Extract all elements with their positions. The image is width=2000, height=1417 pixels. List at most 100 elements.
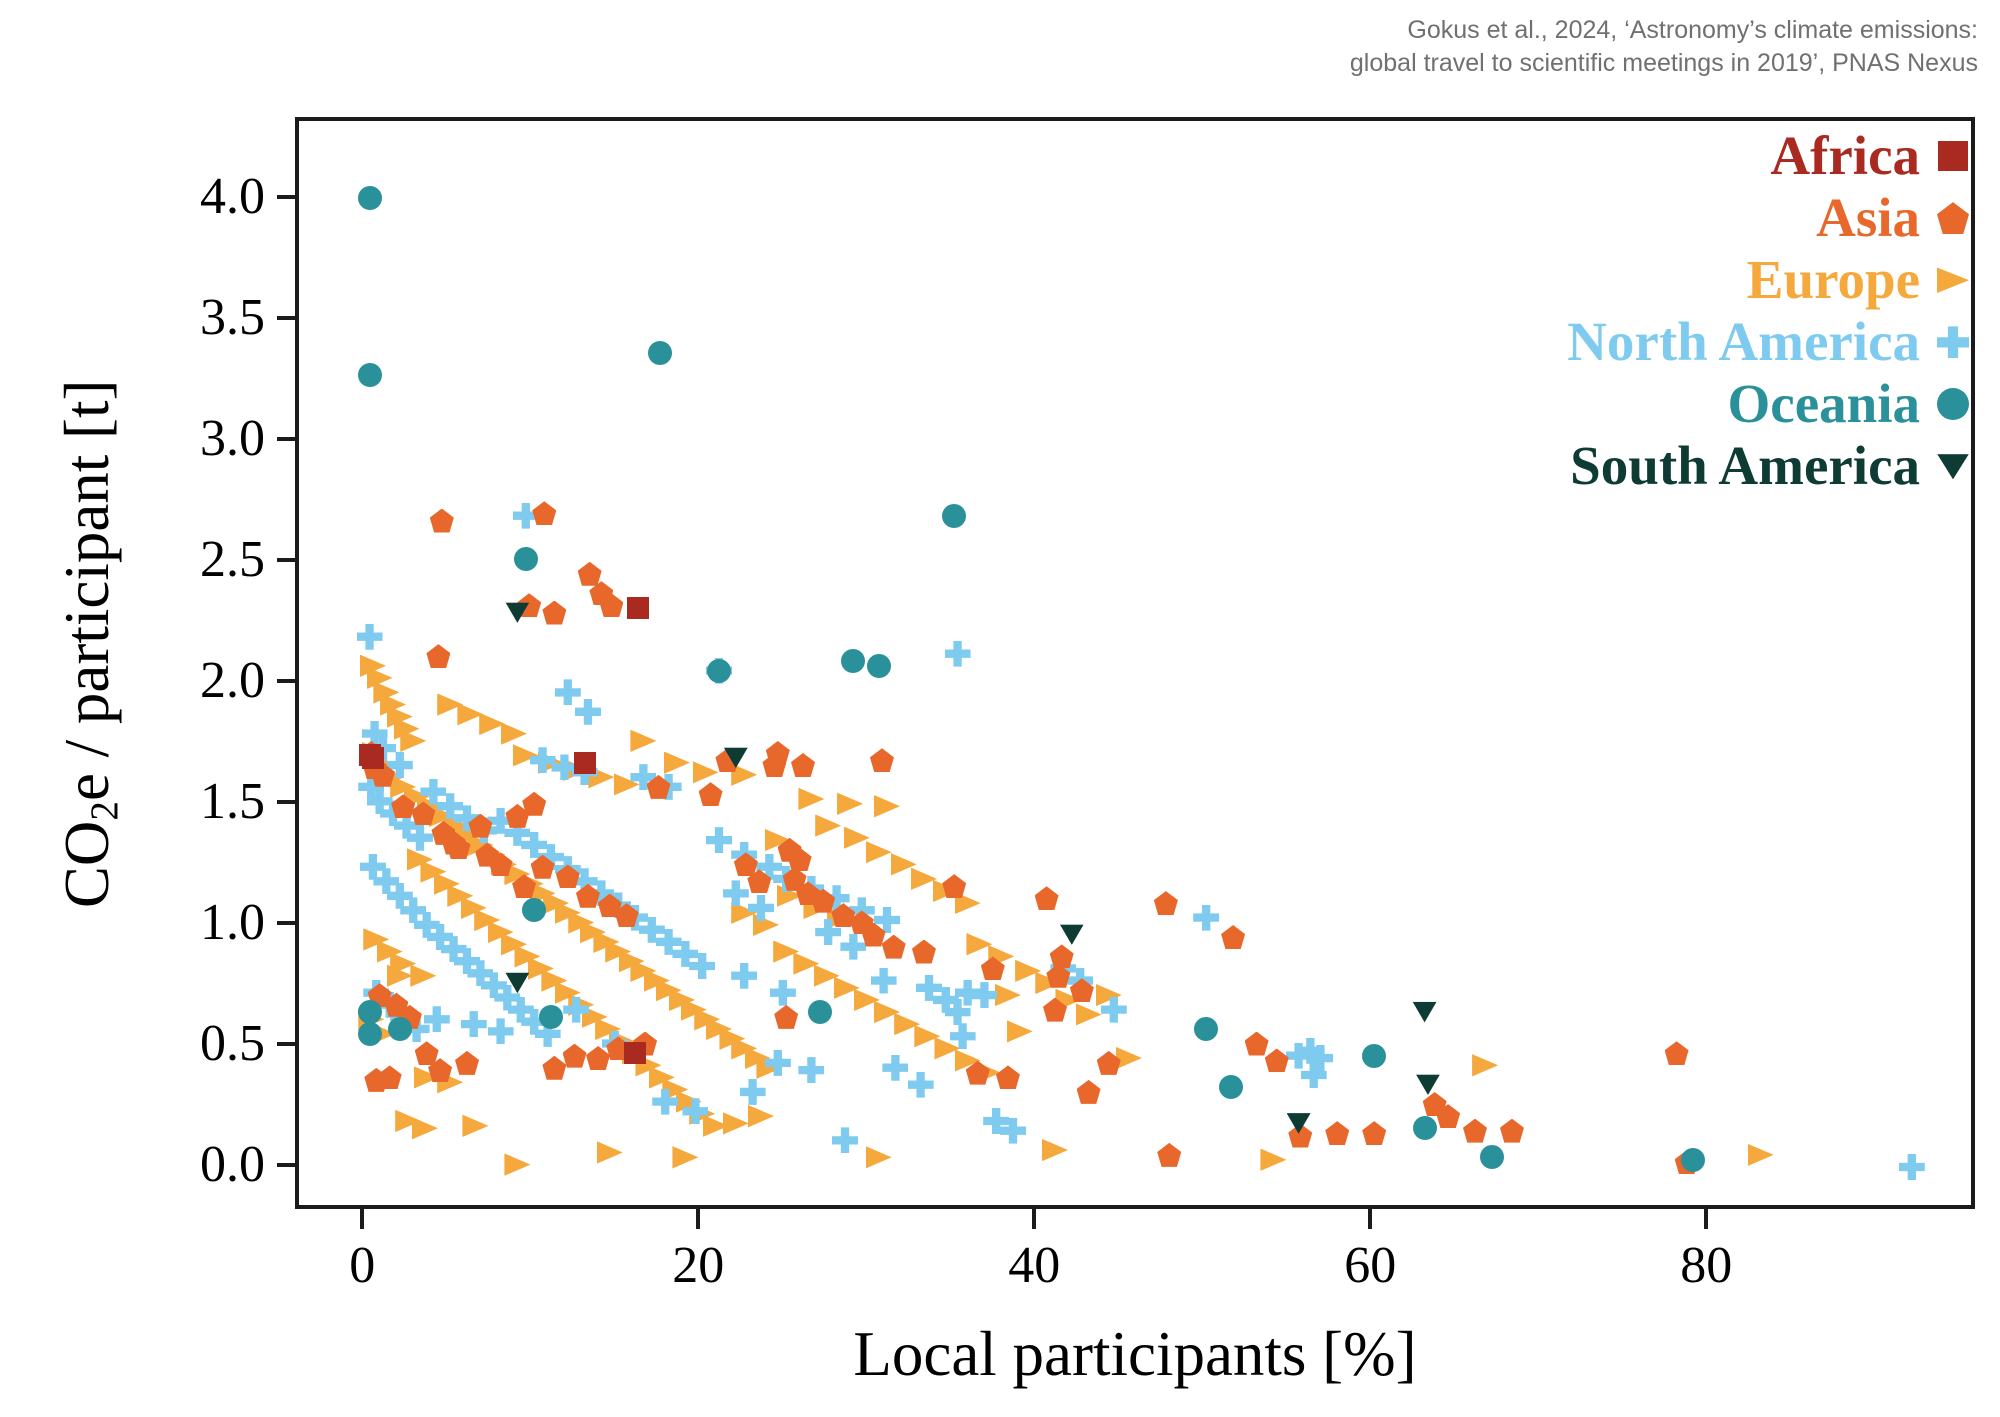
data-point-europe xyxy=(596,1141,623,1164)
data-point-africa xyxy=(361,746,384,769)
data-point-asia xyxy=(1153,891,1178,916)
data-point-oceania xyxy=(841,648,866,673)
y-tick-label: 1.5 xyxy=(200,773,265,831)
data-point-europe xyxy=(400,729,427,753)
legend-item-south-america[interactable]: South America xyxy=(1570,438,1970,494)
data-point-europe xyxy=(692,761,719,784)
plus-icon xyxy=(1937,326,1969,359)
data-point-asia xyxy=(1049,944,1074,969)
legend-item-europe[interactable]: Europe xyxy=(1747,252,1970,308)
y-tick-mark xyxy=(277,194,297,199)
data-point-europe xyxy=(798,787,825,811)
data-point-north-america xyxy=(748,894,774,921)
data-point-asia xyxy=(1244,1031,1269,1056)
y-tick-mark xyxy=(277,437,297,442)
y-tick-mark xyxy=(277,921,297,926)
data-point-asia xyxy=(1463,1118,1487,1143)
data-point-north-america xyxy=(356,623,383,650)
data-point-north-america xyxy=(487,1018,514,1045)
data-point-asia xyxy=(1362,1121,1387,1146)
data-point-oceania xyxy=(1412,1116,1437,1141)
x-tick-label: 60 xyxy=(1344,1237,1397,1294)
data-point-north-america xyxy=(870,967,897,994)
circle-icon xyxy=(1937,388,1969,421)
data-point-north-america xyxy=(359,853,386,880)
data-point-europe xyxy=(837,792,864,815)
x-tick-label: 20 xyxy=(672,1237,725,1294)
y-axis-title-text: CO2e / participant [t] xyxy=(52,379,126,909)
x-tick-mark xyxy=(1368,1209,1373,1229)
x-axis-title: Local participants [%] xyxy=(853,1319,1417,1389)
y-tick-mark xyxy=(277,558,297,563)
data-point-asia xyxy=(429,508,454,533)
data-point-asia xyxy=(542,1055,567,1080)
y-tick-label: 0.0 xyxy=(200,1136,265,1194)
data-point-north-america xyxy=(386,882,413,909)
data-point-oceania xyxy=(1219,1075,1244,1100)
y-tick-label: 2.5 xyxy=(200,531,265,589)
legend-item-north-america[interactable]: North America xyxy=(1567,314,1970,370)
data-point-africa xyxy=(573,751,596,774)
data-point-oceania xyxy=(357,1021,382,1046)
legend: Africa Asia Europe North America Oceania Sout… xyxy=(1567,127,1970,495)
y-tick-mark xyxy=(277,800,297,805)
data-point-north-america xyxy=(1193,904,1220,931)
data-point-europe xyxy=(1006,1020,1033,1043)
data-point-south-america xyxy=(1415,1074,1440,1095)
data-point-asia xyxy=(869,748,894,773)
data-point-oceania xyxy=(357,1000,382,1025)
data-point-oceania xyxy=(942,503,967,528)
data-point-north-america xyxy=(944,640,971,667)
data-point-north-america xyxy=(907,1071,934,1098)
data-point-europe xyxy=(994,983,1021,1007)
data-point-oceania xyxy=(707,658,731,683)
y-tick-label: 2.0 xyxy=(200,652,265,710)
data-point-north-america xyxy=(769,979,796,1006)
legend-label: South America xyxy=(1570,435,1920,497)
data-point-asia xyxy=(1264,1048,1289,1073)
data-point-asia xyxy=(562,1043,587,1068)
data-point-asia xyxy=(1076,1079,1101,1104)
data-point-north-america xyxy=(460,1011,487,1038)
data-point-europe xyxy=(1042,1138,1068,1162)
data-point-europe xyxy=(664,751,690,774)
data-point-europe xyxy=(1115,1046,1142,1070)
x-tick-label: 80 xyxy=(1680,1237,1733,1294)
y-tick-label: 1.0 xyxy=(200,894,265,952)
data-point-europe xyxy=(865,1146,892,1169)
legend-marker-triangle-down-icon xyxy=(1936,444,1970,490)
data-point-asia xyxy=(1221,924,1246,949)
data-point-south-america xyxy=(1412,1001,1437,1023)
x-tick-label: 0 xyxy=(349,1237,376,1294)
legend-item-oceania[interactable]: Oceania xyxy=(1728,376,1970,432)
x-tick-label: 40 xyxy=(1008,1237,1061,1294)
y-tick-mark xyxy=(277,1042,297,1047)
data-point-europe xyxy=(504,1153,531,1176)
data-point-asia xyxy=(414,1041,439,1066)
data-point-africa xyxy=(624,1042,646,1065)
data-point-south-america xyxy=(1059,924,1084,945)
data-point-asia xyxy=(426,644,451,669)
data-point-europe xyxy=(1747,1143,1774,1167)
data-point-asia xyxy=(577,561,602,586)
chart-page: Gokus et al., 2024, ‘Astronomy’s climate… xyxy=(0,0,2000,1417)
data-point-north-america xyxy=(840,933,867,960)
data-point-asia xyxy=(522,791,547,816)
legend-marker-triangle-right-icon xyxy=(1936,257,1970,303)
data-point-oceania xyxy=(648,341,673,366)
data-point-asia xyxy=(911,939,936,964)
data-point-north-america xyxy=(1898,1153,1925,1180)
legend-item-asia[interactable]: Asia xyxy=(1816,189,1970,246)
y-tick-label: 0.5 xyxy=(200,1015,265,1073)
data-point-europe xyxy=(1075,1003,1102,1026)
data-point-north-america xyxy=(400,897,427,924)
data-point-europe xyxy=(672,1146,699,1169)
data-point-europe xyxy=(748,1104,774,1128)
data-point-oceania xyxy=(522,898,547,923)
legend-item-africa[interactable]: Africa xyxy=(1770,127,1970,184)
data-point-asia xyxy=(1499,1118,1524,1143)
data-point-asia xyxy=(765,740,790,765)
y-tick-mark xyxy=(277,1163,297,1168)
data-point-asia xyxy=(586,1046,611,1071)
y-tick-mark xyxy=(277,679,297,684)
